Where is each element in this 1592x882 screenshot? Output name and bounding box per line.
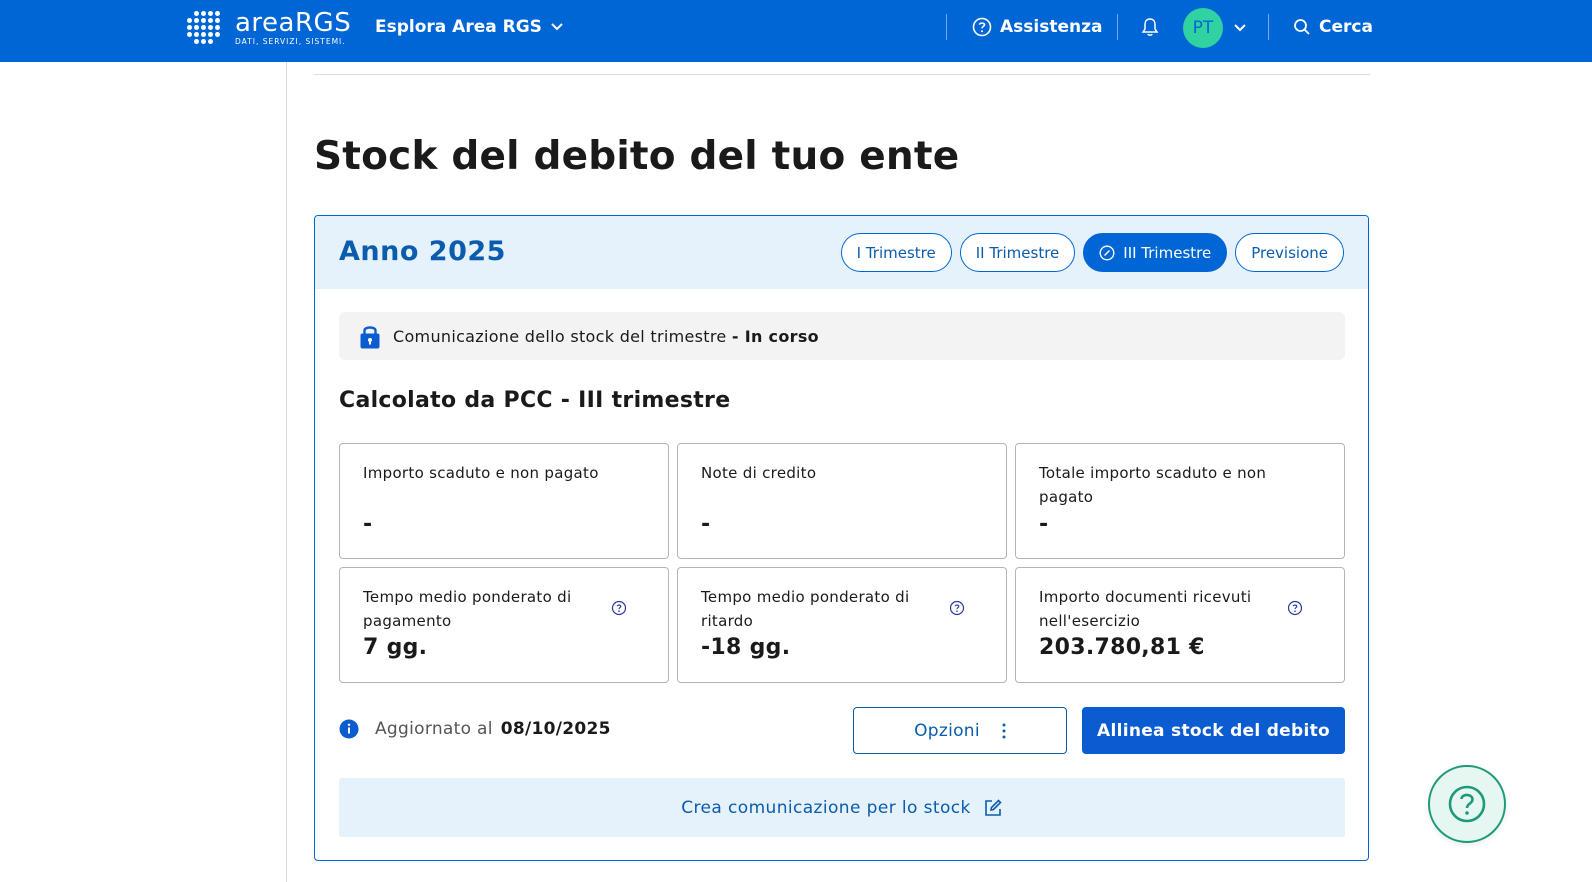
- chevron-down-icon: [551, 23, 563, 31]
- notifications-button[interactable]: [1141, 17, 1159, 41]
- search-icon: [1294, 19, 1310, 35]
- avatar: PT: [1183, 8, 1223, 48]
- page-title: Stock del debito del tuo ente: [314, 134, 960, 179]
- metric-totale-scaduto: Totale importo scaduto e non pagato -: [1015, 443, 1345, 559]
- search-button[interactable]: Cerca: [1293, 17, 1373, 37]
- tab-i-trimestre[interactable]: I Trimestre: [840, 233, 952, 272]
- section-title: Calcolato da PCC - III trimestre: [339, 388, 731, 413]
- options-button[interactable]: Opzioni: [853, 707, 1067, 754]
- metric-value: -: [701, 512, 711, 537]
- question-circle-icon[interactable]: [611, 600, 627, 616]
- question-circle-icon: [1448, 785, 1486, 823]
- bell-icon: [1141, 18, 1159, 36]
- search-label: Cerca: [1319, 17, 1373, 37]
- tab-label: II Trimestre: [975, 243, 1060, 262]
- explore-area-menu[interactable]: Esplora Area RGS: [375, 17, 564, 37]
- status-notice: Comunicazione dello stock del trimestre …: [339, 312, 1345, 360]
- metric-label: Tempo medio ponderato di pagamento: [363, 588, 572, 630]
- logo-name: areaRGS: [235, 8, 352, 38]
- metric-label: Importo scaduto e non pagato: [363, 464, 599, 482]
- info-icon: [339, 719, 359, 739]
- create-label: Crea comunicazione per lo stock: [681, 797, 971, 818]
- metric-tempo-ritardo: Tempo medio ponderato di ritardo -18 gg.: [677, 567, 1007, 683]
- user-menu[interactable]: PT: [1183, 8, 1247, 48]
- updated-date: 08/10/2025: [500, 719, 611, 739]
- tab-iii-trimestre[interactable]: III Trimestre: [1083, 233, 1228, 272]
- quarter-tabs: I Trimestre II Trimestre III Trimestre P…: [840, 233, 1344, 272]
- lock-icon: [360, 326, 380, 349]
- updated-label: Aggiornato al: [375, 719, 493, 739]
- metric-label: Importo documenti ricevuti nell'esercizi…: [1039, 588, 1252, 630]
- explore-label: Esplora Area RGS: [375, 17, 542, 37]
- tab-label: Previsione: [1251, 243, 1328, 262]
- tab-label: I Trimestre: [856, 243, 936, 262]
- header-divider: [1117, 14, 1118, 40]
- help-fab-button[interactable]: [1428, 765, 1506, 843]
- metric-value: -18 gg.: [701, 635, 791, 660]
- metric-value: -: [1039, 512, 1049, 537]
- metric-tempo-pagamento: Tempo medio ponderato di pagamento 7 gg.: [339, 567, 669, 683]
- metric-label: Note di credito: [701, 464, 817, 482]
- help-label: Assistenza: [1000, 17, 1103, 37]
- help-link[interactable]: Assistenza: [972, 17, 1102, 37]
- header-divider: [946, 14, 947, 40]
- tab-label: III Trimestre: [1123, 243, 1212, 262]
- metric-label: Totale importo scaduto e non pagato: [1039, 464, 1267, 506]
- metric-label: Tempo medio ponderato di ritardo: [701, 588, 910, 630]
- tab-ii-trimestre[interactable]: II Trimestre: [959, 233, 1076, 272]
- notice-text: Comunicazione dello stock del trimestre: [393, 326, 727, 346]
- metric-importo-documenti: Importo documenti ricevuti nell'esercizi…: [1015, 567, 1345, 683]
- year-label: Anno 2025: [339, 236, 506, 267]
- check-circle-icon: [1099, 244, 1115, 261]
- area-rgs-logo[interactable]: areaRGS DATI, SERVIZI, SISTEMI.: [187, 10, 351, 46]
- metric-value: 203.780,81 €: [1039, 635, 1205, 660]
- header-divider: [1268, 14, 1269, 40]
- stock-card: Anno 2025 I Trimestre II Trimestre III T…: [314, 215, 1369, 861]
- metric-importo-scaduto: Importo scaduto e non pagato -: [339, 443, 669, 559]
- question-circle-icon: [972, 17, 992, 37]
- options-label: Opzioni: [914, 720, 980, 741]
- create-communication-button[interactable]: Crea comunicazione per lo stock: [339, 778, 1345, 837]
- logo-tagline: DATI, SERVIZI, SISTEMI.: [235, 37, 346, 46]
- top-navbar: areaRGS DATI, SERVIZI, SISTEMI. Esplora …: [0, 0, 1592, 62]
- notice-status: - In corso: [731, 326, 819, 346]
- updated-info: Aggiornato al 08/10/2025: [339, 719, 611, 739]
- grid-dots-icon: [187, 10, 221, 45]
- align-stock-button[interactable]: Allinea stock del debito: [1082, 707, 1345, 754]
- question-circle-icon[interactable]: [949, 600, 965, 616]
- content-divider: [314, 74, 1370, 75]
- chevron-down-icon: [1234, 24, 1246, 32]
- tab-previsione[interactable]: Previsione: [1235, 233, 1344, 272]
- metric-value: -: [363, 512, 373, 537]
- sidebar-divider: [286, 62, 287, 882]
- kebab-menu-icon: [1002, 723, 1006, 738]
- metric-value: 7 gg.: [363, 635, 428, 660]
- question-circle-icon[interactable]: [1287, 600, 1303, 616]
- metric-note-credito: Note di credito -: [677, 443, 1007, 559]
- edit-icon: [984, 798, 1002, 816]
- card-header: Anno 2025 I Trimestre II Trimestre III T…: [315, 216, 1368, 289]
